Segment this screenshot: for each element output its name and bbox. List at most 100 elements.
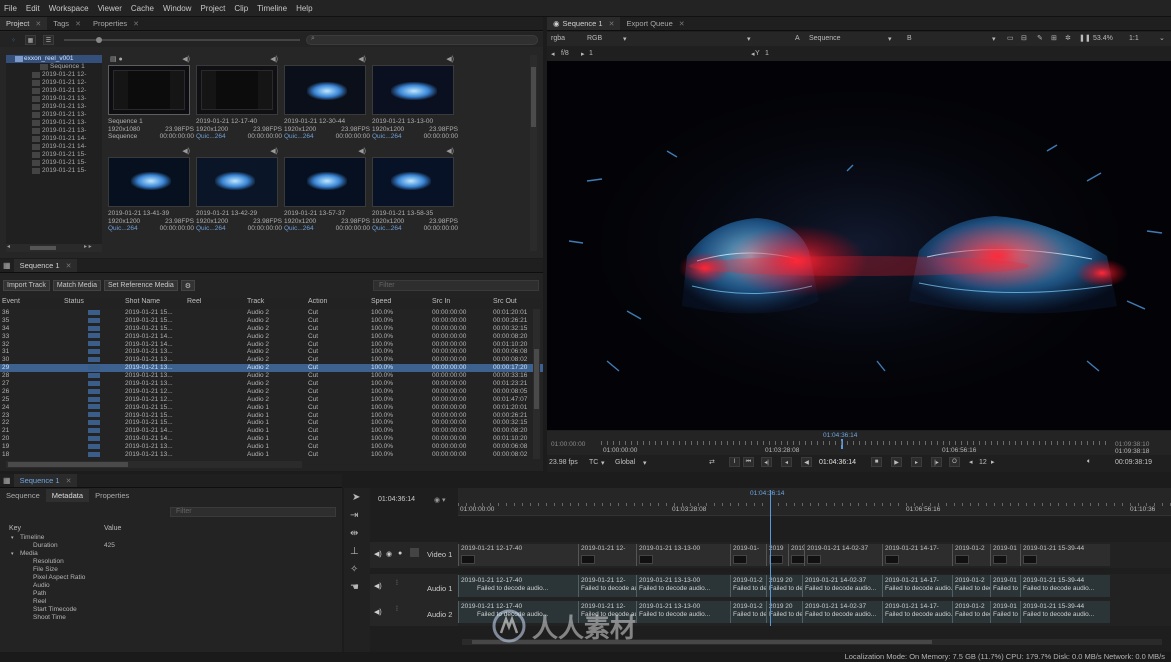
import-track-button[interactable]: Import Track <box>3 280 50 291</box>
column-header[interactable]: Event <box>0 298 62 309</box>
tab-tags[interactable]: Tags ✕ <box>47 17 87 30</box>
table-row[interactable]: 28 2019-01-21 13... Audio 2 Cut 100.0% 00:00:… <box>0 372 543 380</box>
column-header[interactable]: Src In <box>430 298 491 309</box>
track-header-audio-2[interactable]: ◀︎) ⫶ Audio 2 <box>370 600 458 626</box>
dropdown-icon[interactable]: ▾ <box>601 459 605 467</box>
bin-item[interactable]: 2019-01-21 13- <box>6 103 102 111</box>
media-thumbnail[interactable]: ◀︎) 2019-01-21 13-42-29 1920x1200 23.98FPS Q… <box>196 147 282 233</box>
menu-item-edit[interactable]: Edit <box>26 4 40 13</box>
play-icon[interactable]: ▶ <box>891 457 902 467</box>
column-header[interactable]: Shot Name <box>123 298 185 309</box>
grid-view-icon[interactable]: ▦ <box>25 35 36 45</box>
track-toggle-icon[interactable] <box>410 548 419 557</box>
channel-select[interactable]: rgba <box>551 35 565 42</box>
pen-icon[interactable]: ✎ <box>1037 34 1043 42</box>
waveform-icon[interactable]: ⫶ <box>396 580 398 588</box>
tab-sequence-1[interactable]: Sequence 1 ✕ <box>13 259 78 272</box>
table-row[interactable]: 24 2019-01-21 15... Audio 1 Cut 100.0% 00:00:… <box>0 404 543 412</box>
step-forward-icon[interactable]: ▸ <box>911 457 922 467</box>
audio-clip[interactable]: 2019-01-21 14-02-37 Failed to decode audi… <box>802 601 882 623</box>
fstop-field[interactable]: f/8 <box>561 50 569 57</box>
table-row[interactable]: 34 2019-01-21 15... Audio 2 Cut 100.0% 00:00:… <box>0 325 543 333</box>
audio-clip[interactable]: 2019-01-21 15-39-44 Failed to decode audi… <box>1020 575 1110 597</box>
audio-clip[interactable]: 2019 20Failed to decode audio... <box>766 575 802 597</box>
table-row[interactable]: 19 2019-01-21 13... Audio 1 Cut 100.0% 00:00:… <box>0 443 543 451</box>
table-row[interactable]: 27 2019-01-21 13... Audio 2 Cut 100.0% 00:00:… <box>0 380 543 388</box>
table-row[interactable]: 21 2019-01-21 14... Audio 1 Cut 100.0% 00:00:… <box>0 427 543 435</box>
overlay-icon[interactable]: ▭ <box>1007 34 1014 42</box>
subtab-metadata[interactable]: Metadata <box>45 489 90 502</box>
dropdown-icon[interactable]: ▾ <box>747 35 751 43</box>
video-clip[interactable]: 2019-01-21 13-13-00 <box>636 544 730 566</box>
media-thumbnail[interactable]: ◀︎) 2019-01-21 13-13-00 1920x1200 23.98FPS Q… <box>372 55 458 141</box>
step-down-icon[interactable]: ◂ <box>969 458 973 466</box>
timeline-current-tc[interactable]: 01:04:36:14 <box>378 496 415 503</box>
table-row[interactable]: 29 2019-01-21 13... Audio 2 Cut 100.0% 00:00:… <box>0 364 543 373</box>
audio-clip[interactable]: 2019 20Failed to decode audio... <box>766 601 802 623</box>
out-point-icon[interactable]: O <box>949 457 960 467</box>
media-thumbnail[interactable]: ◀︎) ▤ ● Sequence 1 1920x1080 23.98FPS Sequenc… <box>108 55 194 141</box>
bin-item[interactable]: Sequence 1 <box>6 63 102 71</box>
hand-tool-icon[interactable]: ☚ <box>350 582 359 593</box>
bin-item[interactable]: 2019-01-21 12- <box>6 87 102 95</box>
dropdown-icon[interactable]: ▾ <box>992 35 996 43</box>
project-search-input[interactable]: ⌕ <box>306 35 538 45</box>
tab-metadata-sequence[interactable]: Sequence 1 ✕ <box>13 474 78 487</box>
subtab-properties[interactable]: Properties <box>89 489 135 502</box>
audio-clip[interactable]: 2019-01Failed to decode audio... <box>990 601 1020 623</box>
video-clip[interactable]: 2019-01 <box>788 544 804 566</box>
timeline-ruler[interactable]: 01:00:00:00 01:03:28:08 01:04:36:14 01:0… <box>458 488 1171 516</box>
menu-item-workspace[interactable]: Workspace <box>49 4 89 13</box>
key-header[interactable]: Key <box>4 525 104 534</box>
close-icon[interactable]: ✕ <box>133 20 139 28</box>
menu-item-timeline[interactable]: Timeline <box>257 4 287 13</box>
table-row[interactable]: 36 2019-01-21 15... Audio 2 Cut 100.0% 00:00:… <box>0 309 543 317</box>
icon-view-icon[interactable]: ⁘ <box>8 35 19 45</box>
audio-clip[interactable]: 2019-01-21 12-17-40 Failed to decode audi… <box>458 575 578 597</box>
media-thumbnail[interactable]: ◀︎) 2019-01-21 12-30-44 1920x1200 23.98FPS Q… <box>284 55 370 141</box>
table-row[interactable]: 25 2019-01-21 12... Audio 2 Cut 100.0% 00:00:… <box>0 396 543 404</box>
metadata-row[interactable]: Shoot Time <box>4 614 338 622</box>
global-select[interactable]: Global <box>615 459 635 466</box>
expand-arrow-icon[interactable]: ▾ <box>11 550 14 558</box>
video-clip[interactable]: 2019-01- <box>730 544 766 566</box>
audio-clip[interactable]: 2019-01-21 14-17- Failed to decode audio.… <box>882 575 952 597</box>
table-row[interactable]: 32 2019-01-21 14... Audio 2 Cut 100.0% 00:00:… <box>0 341 543 349</box>
metadata-row[interactable]: File Size <box>4 566 338 574</box>
close-icon[interactable]: ✕ <box>66 477 72 485</box>
bin-item[interactable]: 2019-01-21 12- <box>6 71 102 79</box>
viewer-image[interactable] <box>547 61 1171 430</box>
column-header[interactable]: Track <box>245 298 306 309</box>
bin-item[interactable]: 2019-01-21 13- <box>6 119 102 127</box>
pause-icon[interactable]: ❚❚ <box>1079 34 1091 42</box>
video-clip[interactable]: 2019-01 <box>990 544 1020 566</box>
bin-item[interactable]: 2019-01-21 15- <box>6 151 102 159</box>
track-select-tool-icon[interactable]: ⇥ <box>350 510 358 521</box>
b-layer-select[interactable]: B <box>907 35 912 42</box>
metadata-row[interactable]: Pixel Aspect Ratio <box>4 574 338 582</box>
metadata-filter-input[interactable]: Filter <box>170 507 336 517</box>
media-thumbnail[interactable]: ◀︎) 2019-01-21 13-41-39 1920x1200 23.98FPS Q… <box>108 147 194 233</box>
snap-tool-icon[interactable]: ✧ <box>350 564 358 575</box>
table-row[interactable]: 23 2019-01-21 15... Audio 1 Cut 100.0% 00:00:… <box>0 412 543 420</box>
menu-item-file[interactable]: File <box>4 4 17 13</box>
speaker-icon[interactable]: ◀︎) <box>374 608 382 616</box>
menu-item-window[interactable]: Window <box>163 4 191 13</box>
column-header[interactable]: Speed <box>369 298 430 309</box>
event-table-hscroll[interactable] <box>6 461 302 468</box>
menu-item-project[interactable]: Project <box>200 4 225 13</box>
more-icon[interactable]: ⌄ <box>1159 34 1165 42</box>
set-reference-media-button[interactable]: Set Reference Media <box>103 280 178 291</box>
scroll-left-icon[interactable]: ◂ <box>7 243 10 250</box>
bin-item[interactable]: 2019-01-21 15- <box>6 167 102 175</box>
slip-tool-icon[interactable]: ⇹ <box>350 528 358 539</box>
media-thumbnail[interactable]: ◀︎) 2019-01-21 13-58-35 1920x1200 23.98FPS Q… <box>372 147 458 233</box>
video-clip[interactable]: 2019-01-21 12-17-40 <box>458 544 578 566</box>
audio-clip[interactable]: 2019-01-2Failed to decode audio... <box>952 575 990 597</box>
settings-icon[interactable]: ✲ <box>1065 34 1071 42</box>
audio-clip[interactable]: 2019-01Failed to decode audio... <box>990 575 1020 597</box>
current-timecode[interactable]: 01:04:36:14 <box>819 459 856 466</box>
tab-viewer-sequence[interactable]: ◉ Sequence 1 ✕ <box>547 17 621 30</box>
step-back-icon[interactable]: ◂ <box>781 457 792 467</box>
bin-scrollbar-thumb[interactable] <box>30 246 56 250</box>
